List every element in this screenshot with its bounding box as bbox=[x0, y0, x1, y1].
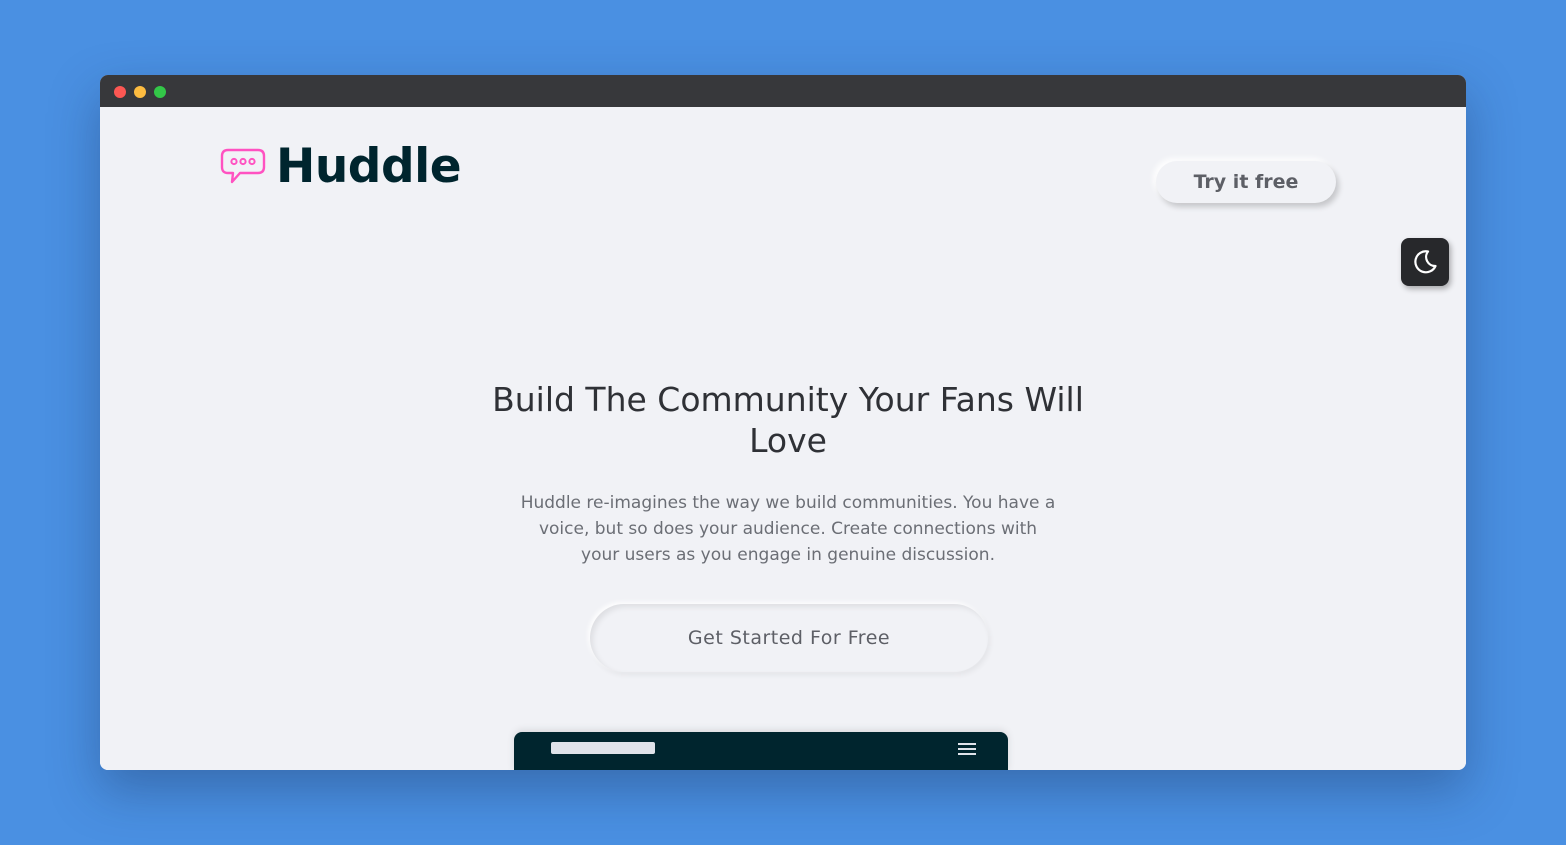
window-titlebar bbox=[100, 75, 1466, 107]
close-window-button[interactable] bbox=[114, 86, 126, 98]
mockup-logo-placeholder bbox=[551, 742, 655, 754]
app-mockup-preview bbox=[514, 732, 1008, 770]
logo-text: Huddle bbox=[276, 139, 462, 194]
hero-title: Build The Community Your Fans Will Love bbox=[492, 380, 1084, 460]
browser-window: Huddle Try it free Build The Community Y… bbox=[100, 75, 1466, 770]
minimize-window-button[interactable] bbox=[134, 86, 146, 98]
get-started-button[interactable]: Get Started For Free bbox=[590, 604, 988, 672]
chat-bubble-icon bbox=[220, 148, 266, 183]
moon-icon bbox=[1414, 250, 1437, 274]
logo[interactable]: Huddle bbox=[220, 139, 462, 194]
hero-description: Huddle re-imagines the way we build comm… bbox=[520, 493, 1056, 565]
theme-toggle-button[interactable] bbox=[1401, 238, 1449, 286]
landing-page: Huddle Try it free Build The Community Y… bbox=[100, 107, 1466, 770]
maximize-window-button[interactable] bbox=[154, 86, 166, 98]
hamburger-menu-icon bbox=[958, 743, 976, 755]
try-it-free-button[interactable]: Try it free bbox=[1156, 161, 1336, 203]
